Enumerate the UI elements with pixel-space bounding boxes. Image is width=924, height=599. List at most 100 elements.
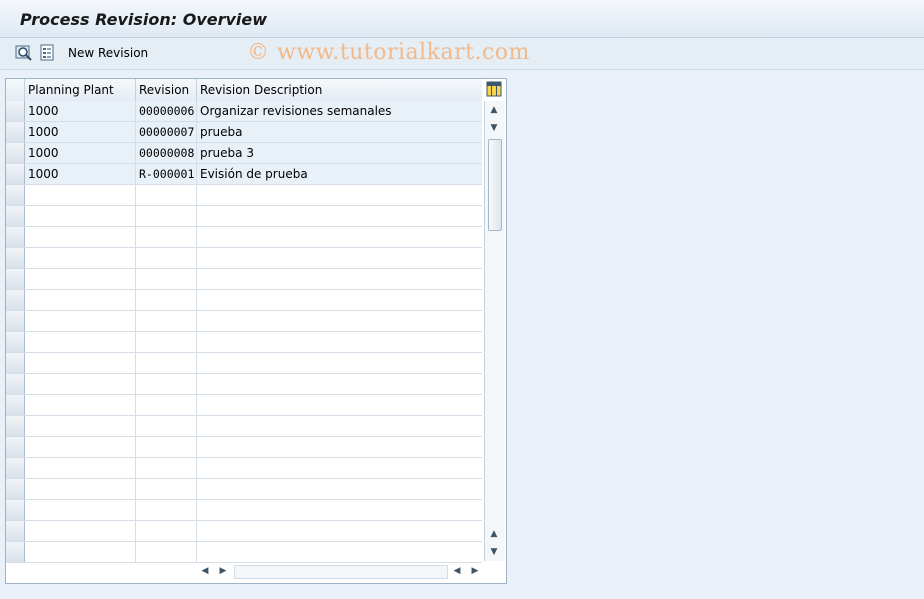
cell-revision[interactable]	[136, 311, 197, 331]
cell-revision-description[interactable]	[197, 416, 482, 436]
cell-planning-plant[interactable]	[25, 521, 136, 541]
cell-planning-plant[interactable]	[25, 206, 136, 226]
cell-revision[interactable]	[136, 374, 197, 394]
cell-planning-plant[interactable]	[25, 227, 136, 247]
table-row[interactable]	[6, 227, 482, 248]
vertical-scrollbar[interactable]: ▲ ▼ ▲ ▼	[484, 101, 505, 561]
cell-revision-description[interactable]	[197, 185, 482, 205]
cell-planning-plant[interactable]	[25, 332, 136, 352]
cell-revision-description[interactable]	[197, 353, 482, 373]
cell-revision-description[interactable]	[197, 395, 482, 415]
row-selector[interactable]	[6, 416, 25, 436]
row-selector[interactable]	[6, 248, 25, 268]
table-row[interactable]	[6, 248, 482, 269]
row-selector[interactable]	[6, 437, 25, 457]
cell-planning-plant[interactable]	[25, 353, 136, 373]
row-selector[interactable]	[6, 164, 25, 184]
cell-planning-plant[interactable]	[25, 374, 136, 394]
table-row[interactable]	[6, 290, 482, 311]
cell-revision[interactable]	[136, 185, 197, 205]
cell-planning-plant[interactable]	[25, 542, 136, 562]
cell-planning-plant[interactable]	[25, 269, 136, 289]
cell-revision[interactable]	[136, 479, 197, 499]
cell-revision[interactable]	[136, 437, 197, 457]
cell-revision[interactable]	[136, 206, 197, 226]
row-selector[interactable]	[6, 269, 25, 289]
table-row[interactable]: 1000 00000007 prueba	[6, 122, 482, 143]
cell-planning-plant[interactable]	[25, 416, 136, 436]
column-header-revision[interactable]: Revision	[136, 79, 197, 101]
cell-revision[interactable]: R-000001	[136, 164, 197, 184]
cell-revision[interactable]	[136, 269, 197, 289]
table-row[interactable]: 1000 00000006 Organizar revisiones semanal…	[6, 101, 482, 122]
scroll-page-up-icon[interactable]: ▲	[487, 527, 501, 541]
cell-revision-description[interactable]: prueba	[197, 122, 482, 142]
table-row[interactable]	[6, 416, 482, 437]
table-row[interactable]	[6, 185, 482, 206]
cell-revision-description[interactable]	[197, 458, 482, 478]
select-all-cell[interactable]	[6, 79, 25, 101]
table-row[interactable]	[6, 479, 482, 500]
cell-revision-description[interactable]: Organizar revisiones semanales	[197, 101, 482, 121]
scroll-right-page-icon[interactable]: ▶	[216, 564, 230, 578]
scroll-right-icon[interactable]: ▶	[468, 564, 482, 578]
row-selector[interactable]	[6, 500, 25, 520]
cell-planning-plant[interactable]	[25, 458, 136, 478]
vertical-scroll-thumb[interactable]	[488, 139, 502, 231]
cell-revision[interactable]: 00000007	[136, 122, 197, 142]
table-row[interactable]	[6, 311, 482, 332]
cell-revision-description[interactable]	[197, 332, 482, 352]
table-row[interactable]	[6, 374, 482, 395]
cell-revision-description[interactable]	[197, 248, 482, 268]
row-selector[interactable]	[6, 185, 25, 205]
cell-revision[interactable]	[136, 290, 197, 310]
row-selector[interactable]	[6, 353, 25, 373]
cell-planning-plant[interactable]	[25, 185, 136, 205]
cell-revision[interactable]	[136, 542, 197, 562]
cell-planning-plant[interactable]: 1000	[25, 101, 136, 121]
scroll-down-icon[interactable]: ▼	[487, 545, 501, 559]
cell-revision-description[interactable]	[197, 290, 482, 310]
cell-planning-plant[interactable]	[25, 437, 136, 457]
cell-revision-description[interactable]	[197, 269, 482, 289]
cell-revision-description[interactable]: prueba 3	[197, 143, 482, 163]
table-row[interactable]: 1000 00000008 prueba 3	[6, 143, 482, 164]
column-header-planning-plant[interactable]: Planning Plant	[25, 79, 136, 101]
cell-revision-description[interactable]	[197, 437, 482, 457]
table-row[interactable]: 1000 R-000001 Evisión de prueba	[6, 164, 482, 185]
row-selector[interactable]	[6, 521, 25, 541]
scroll-left-icon[interactable]: ◀	[198, 564, 212, 578]
cell-revision-description[interactable]	[197, 542, 482, 562]
scroll-page-down-icon[interactable]: ▼	[487, 121, 501, 135]
cell-revision[interactable]	[136, 248, 197, 268]
table-row[interactable]	[6, 521, 482, 542]
cell-revision-description[interactable]: Evisión de prueba	[197, 164, 482, 184]
cell-revision-description[interactable]	[197, 521, 482, 541]
scroll-up-icon[interactable]: ▲	[487, 103, 501, 117]
cell-planning-plant[interactable]	[25, 500, 136, 520]
cell-revision[interactable]	[136, 500, 197, 520]
new-revision-button[interactable]: New Revision	[68, 46, 148, 60]
details-icon[interactable]	[39, 44, 57, 62]
row-selector[interactable]	[6, 122, 25, 142]
cell-revision-description[interactable]	[197, 206, 482, 226]
cell-planning-plant[interactable]	[25, 290, 136, 310]
horizontal-scrollbar[interactable]: ◀ ▶ ◀ ▶	[196, 562, 486, 580]
cell-revision-description[interactable]	[197, 311, 482, 331]
row-selector[interactable]	[6, 542, 25, 562]
cell-revision[interactable]	[136, 353, 197, 373]
cell-revision[interactable]: 00000006	[136, 101, 197, 121]
cell-planning-plant[interactable]: 1000	[25, 143, 136, 163]
cell-revision[interactable]	[136, 227, 197, 247]
cell-revision[interactable]	[136, 458, 197, 478]
row-selector[interactable]	[6, 395, 25, 415]
cell-planning-plant[interactable]	[25, 248, 136, 268]
row-selector[interactable]	[6, 143, 25, 163]
cell-planning-plant[interactable]	[25, 479, 136, 499]
table-row[interactable]	[6, 269, 482, 290]
scroll-left-page-icon[interactable]: ◀	[450, 564, 464, 578]
row-selector[interactable]	[6, 290, 25, 310]
table-row[interactable]	[6, 332, 482, 353]
cell-revision[interactable]: 00000008	[136, 143, 197, 163]
cell-revision[interactable]	[136, 521, 197, 541]
